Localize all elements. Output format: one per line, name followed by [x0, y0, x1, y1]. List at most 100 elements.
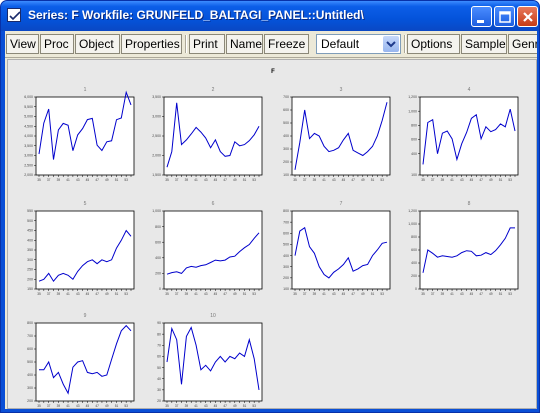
proc-button[interactable]: Proc — [40, 34, 74, 54]
x-tick-label: 43 — [332, 178, 336, 182]
x-tick-label: 43 — [76, 404, 80, 408]
x-tick-label: 35 — [37, 404, 41, 408]
x-tick-label: 43 — [204, 404, 208, 408]
x-tick-label: 41 — [194, 404, 198, 408]
panel-label: 4 — [468, 87, 471, 93]
x-tick-label: 45 — [214, 292, 218, 296]
y-tick-label: 1,200 — [408, 95, 417, 99]
x-tick-label: 41 — [66, 178, 70, 182]
y-tick-label: 600 — [283, 108, 289, 112]
x-tick-label: 45 — [342, 178, 346, 182]
minimize-button[interactable] — [471, 6, 492, 27]
x-tick-label: 47 — [479, 178, 483, 182]
x-tick-label: 39 — [57, 292, 61, 296]
x-tick-label: 35 — [421, 178, 425, 182]
x-tick-label: 43 — [76, 178, 80, 182]
genr-button[interactable]: Genr — [508, 34, 537, 54]
close-button[interactable] — [517, 6, 538, 27]
y-tick-label: 400 — [411, 152, 417, 156]
y-tick-label: 50 — [157, 366, 161, 370]
series-window-icon — [7, 8, 21, 22]
y-tick-label: 400 — [283, 254, 289, 258]
panel-1: 1 2,000 2,500 3,000 3,500 4,000 4,500 5,000 5,50… — [24, 87, 135, 182]
x-tick-label: 53 — [508, 178, 512, 182]
panel-charts: 1 2,000 2,500 3,000 3,500 4,000 4,500 5,000 5,50… — [24, 87, 519, 408]
properties-button[interactable]: Properties — [121, 34, 182, 54]
x-tick-label: 43 — [204, 292, 208, 296]
y-tick-label: 600 — [411, 138, 417, 142]
x-tick-label: 35 — [37, 292, 41, 296]
x-tick-label: 49 — [233, 178, 237, 182]
print-button[interactable]: Print — [189, 34, 225, 54]
y-tick-label: 350 — [27, 248, 33, 252]
x-tick-label: 45 — [86, 404, 90, 408]
title-bar[interactable]: Series: F Workfile: GRUNFELD_BALTAGI_PAN… — [1, 1, 539, 31]
y-tick-label: 700 — [27, 334, 33, 338]
x-tick-label: 47 — [351, 178, 355, 182]
x-tick-label: 43 — [332, 292, 336, 296]
x-tick-label: 37 — [47, 292, 51, 296]
y-tick-label: 70 — [157, 343, 161, 347]
minimize-icon — [477, 20, 484, 23]
y-tick-label: 400 — [411, 261, 417, 265]
y-tick-label: 200 — [283, 276, 289, 280]
y-tick-label: 3,000 — [24, 154, 33, 158]
plot-frame — [291, 210, 391, 290]
y-tick-label: 550 — [27, 209, 33, 213]
x-tick-label: 51 — [499, 292, 503, 296]
panel-label: 5 — [84, 201, 87, 207]
panel-label: 6 — [212, 201, 215, 207]
y-tick-label: 2,500 — [152, 134, 161, 138]
plot-frame — [419, 210, 519, 290]
sample-button[interactable]: Sample — [461, 34, 507, 54]
options-button[interactable]: Options — [407, 34, 460, 54]
y-tick-label: 600 — [27, 347, 33, 351]
y-tick-label: 1,500 — [152, 173, 161, 177]
panel-label: 7 — [340, 201, 343, 207]
maximize-button[interactable] — [494, 6, 515, 27]
graph-style-combo[interactable]: Default — [316, 34, 401, 54]
x-tick-label: 45 — [86, 178, 90, 182]
x-tick-label: 49 — [105, 292, 109, 296]
y-tick-label: 200 — [155, 272, 161, 276]
y-tick-label: 90 — [157, 321, 161, 325]
x-tick-label: 47 — [223, 292, 227, 296]
y-tick-label: 150 — [27, 287, 33, 291]
y-tick-label: 100 — [283, 287, 289, 291]
x-tick-label: 41 — [194, 292, 198, 296]
y-tick-label: 0 — [415, 287, 417, 291]
x-tick-label: 51 — [115, 178, 119, 182]
y-tick-label: 400 — [155, 256, 161, 260]
x-tick-label: 47 — [223, 404, 227, 408]
freeze-button[interactable]: Freeze — [264, 34, 309, 54]
x-tick-label: 39 — [185, 292, 189, 296]
x-tick-label: 45 — [86, 292, 90, 296]
view-button[interactable]: View — [6, 34, 39, 54]
panel-4: 4 100 400 600 800 1,000 1,200 35 37 39 41 43 45 47 49 5… — [408, 87, 519, 182]
panel-6: 6 0 200 400 600 800 1,000 35 37 39 41 43 45 47 49 51 53 — [152, 201, 263, 296]
y-tick-label: 80 — [157, 332, 161, 336]
object-button[interactable]: Object — [75, 34, 120, 54]
x-tick-label: 41 — [450, 292, 454, 296]
y-tick-label: 0 — [159, 287, 161, 291]
y-tick-label: 200 — [411, 274, 417, 278]
x-tick-label: 37 — [303, 178, 307, 182]
x-tick-label: 37 — [175, 178, 179, 182]
name-button[interactable]: Name — [226, 34, 263, 54]
x-tick-label: 43 — [460, 178, 464, 182]
y-tick-label: 500 — [27, 360, 33, 364]
chevron-down-icon[interactable] — [383, 36, 399, 52]
y-tick-label: 1,200 — [408, 209, 417, 213]
y-tick-label: 6,000 — [24, 95, 33, 99]
x-tick-label: 47 — [223, 178, 227, 182]
x-tick-label: 37 — [431, 178, 435, 182]
y-tick-label: 1,000 — [408, 109, 417, 113]
y-tick-label: 30 — [157, 388, 161, 392]
x-tick-label: 35 — [165, 178, 169, 182]
panel-label: 8 — [468, 201, 471, 207]
y-tick-label: 300 — [283, 147, 289, 151]
y-tick-label: 400 — [283, 134, 289, 138]
x-tick-label: 39 — [313, 292, 317, 296]
window-client-area: View Proc Object Properties Print Name F… — [5, 31, 537, 409]
x-tick-label: 41 — [66, 292, 70, 296]
